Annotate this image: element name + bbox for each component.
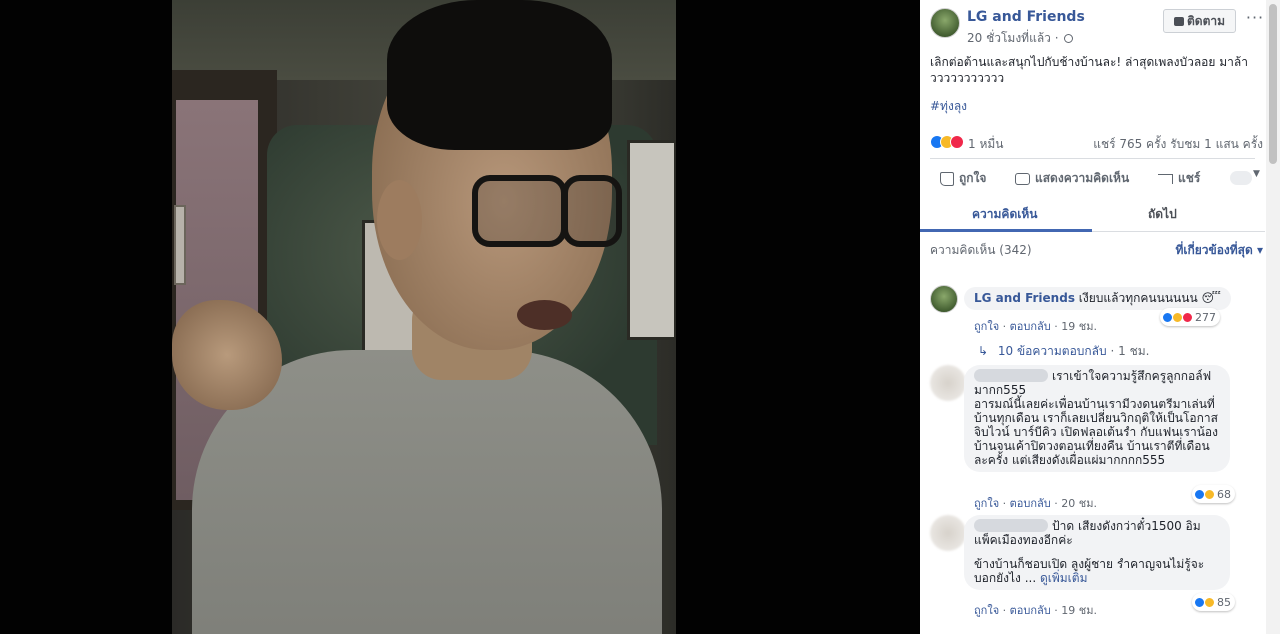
panel-scrollbar[interactable] — [1266, 0, 1280, 634]
sort-dropdown[interactable]: ที่เกี่ยวข้องที่สุด ▾ — [1175, 241, 1263, 260]
share-icon — [1158, 173, 1173, 184]
comment-item: ป้าด เสียงดังกว่าตั๋ว1500 อิมแพ็คเมืองทอ… — [930, 515, 1260, 625]
commenter-avatar[interactable] — [930, 285, 958, 313]
more-options-icon[interactable]: ··· — [1245, 8, 1265, 30]
page-name-link[interactable]: LG and Friends — [967, 9, 1085, 25]
comment-bubble: ป้าด เสียงดังกว่าตั๋ว1500 อิมแพ็คเมืองทอ… — [964, 515, 1230, 590]
divider — [930, 158, 1255, 159]
comment-text-rest: มากก555 อารมณ์นี้เลยค่ะเพื่อนบ้านเรามีวง… — [974, 383, 1218, 467]
video-person-hair — [387, 0, 612, 150]
comment-author[interactable]: LG and Friends — [974, 291, 1075, 305]
video-picture — [174, 205, 186, 285]
share-button[interactable]: แชร์ — [1158, 169, 1200, 188]
comment-meta: ถูกใจ · ตอบกลับ · 19 ชม. — [974, 320, 1097, 333]
post-text: เลิกต่อต้านและสนุกไปกับช้างบ้านละ! ล่าสุ… — [930, 55, 1248, 85]
comment-text-rest: ข้างบ้านก็ชอบเปิด ลูงผู้ชาย รำคาญจนไม่รู… — [974, 557, 1205, 585]
commenter-avatar[interactable] — [930, 365, 966, 401]
panel-tabs: ความคิดเห็น ถัดไป — [920, 198, 1265, 232]
thumbs-up-icon — [940, 171, 954, 186]
video-frame-right — [627, 140, 676, 340]
hashtag-link[interactable]: #ทุ่งลุง — [930, 97, 967, 116]
comment-bubble: LG and Friends เงียบแล้วทุกคนนนนนน 😴 — [964, 287, 1231, 310]
like-button[interactable]: ถูกใจ — [940, 169, 986, 188]
reactions-summary[interactable]: 1 หมื่น แชร์ 765 ครั้ง รับชม 1 แสน ครั้ง — [930, 134, 1263, 152]
redacted-author[interactable] — [974, 369, 1048, 382]
view-replies-link[interactable]: ↳ 10 ข้อความตอบกลับ · 1 ชม. — [978, 342, 1149, 361]
post-header: LG and Friends 20 ชั่วโมงที่แล้ว · ติดตา… — [930, 8, 1265, 48]
reply-arrow-icon: ↳ — [978, 344, 989, 358]
page-picker-avatar[interactable] — [1230, 171, 1252, 185]
see-more-link[interactable]: ดูเพิ่มเติม — [1040, 571, 1088, 585]
comment-like-link[interactable]: ถูกใจ — [974, 497, 999, 510]
video-player[interactable] — [0, 0, 920, 634]
comment-like-link[interactable]: ถูกใจ — [974, 604, 999, 617]
video-frame[interactable] — [172, 0, 676, 634]
globe-icon — [1064, 34, 1074, 43]
comment-reactions[interactable]: 68 — [1192, 485, 1235, 503]
love-reaction-icon — [950, 135, 964, 149]
comment-text: เงียบแล้วทุกคนนนนนน 😴 — [1078, 291, 1221, 305]
tab-next[interactable]: ถัดไป — [1148, 205, 1177, 224]
reaction-count[interactable]: 1 หมื่น — [968, 135, 1003, 154]
comment-reply-link[interactable]: ตอบกลับ — [1010, 604, 1051, 617]
follow-icon — [1173, 16, 1184, 26]
comment-reactions[interactable]: 277 — [1160, 308, 1220, 326]
comment-like-link[interactable]: ถูกใจ — [974, 320, 999, 333]
redacted-author[interactable] — [974, 519, 1048, 532]
follow-button[interactable]: ติดตาม — [1163, 9, 1236, 33]
action-bar: ถูกใจ แสดงความคิดเห็น แชร์ ▼ — [930, 163, 1260, 193]
comment-item: เราเข้าใจความรู้สึกครูลูกกอล์ฟ มากก555 อ… — [930, 365, 1260, 515]
comment-time[interactable]: 19 ชม. — [1061, 320, 1097, 333]
tab-comments[interactable]: ความคิดเห็น — [972, 205, 1037, 224]
video-person-mouth — [517, 300, 572, 330]
comments-count: ความคิดเห็น (342) — [930, 243, 1032, 257]
comment-bubble: เราเข้าใจความรู้สึกครูลูกกอล์ฟ มากก555 อ… — [964, 365, 1230, 472]
comment-reactions[interactable]: 85 — [1192, 593, 1235, 611]
comment-reply-link[interactable]: ตอบกลับ — [1010, 320, 1051, 333]
comment-item: LG and Friends เงียบแล้วทุกคนนนนนน 😴 277… — [930, 285, 1260, 333]
comment-meta: ถูกใจ · ตอบกลับ · 20 ชม. — [974, 497, 1097, 510]
video-person-glasses — [412, 175, 622, 255]
comment-time[interactable]: 19 ชม. — [1061, 604, 1097, 617]
comment-button[interactable]: แสดงความคิดเห็น — [1015, 169, 1129, 188]
comment-meta: ถูกใจ · ตอบกลับ · 19 ชม. — [974, 604, 1097, 617]
post-timestamp[interactable]: 20 ชั่วโมงที่แล้ว · — [967, 29, 1074, 48]
comments-header: ความคิดเห็น (342) ที่เกี่ยวข้องที่สุด ▾ — [930, 241, 1263, 261]
post-panel: LG and Friends 20 ชั่วโมงที่แล้ว · ติดตา… — [920, 0, 1280, 634]
comment-time[interactable]: 20 ชม. — [1061, 497, 1097, 510]
commenter-avatar[interactable] — [930, 515, 966, 551]
comment-icon — [1015, 172, 1030, 185]
share-view-stats[interactable]: แชร์ 765 ครั้ง รับชม 1 แสน ครั้ง — [1093, 135, 1263, 154]
page-avatar[interactable] — [930, 8, 960, 38]
chevron-down-icon[interactable]: ▼ — [1253, 169, 1260, 179]
comment-text: เราเข้าใจความรู้สึกครูลูกกอล์ฟ — [1052, 369, 1212, 383]
scrollbar-thumb[interactable] — [1269, 4, 1277, 164]
comment-reply-link[interactable]: ตอบกลับ — [1010, 497, 1051, 510]
active-tab-indicator — [920, 229, 1092, 232]
